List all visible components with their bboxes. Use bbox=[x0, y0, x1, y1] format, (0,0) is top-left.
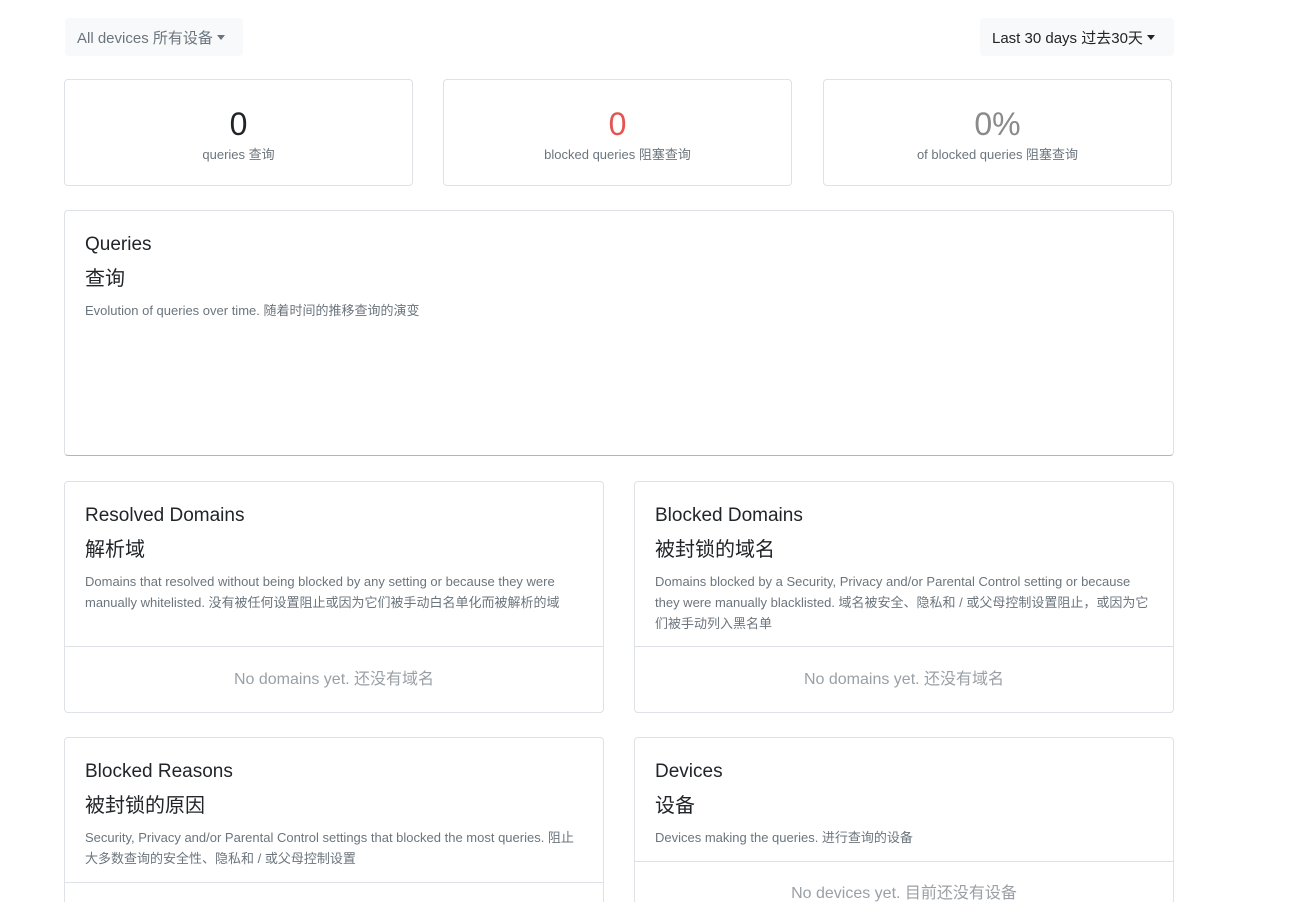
card-body bbox=[65, 882, 603, 902]
empty-state: No domains yet. 还没有域名 bbox=[635, 646, 1173, 712]
queries-card: Queries 查询 Evolution of queries over tim… bbox=[64, 210, 1174, 456]
stat-label: blocked queries 阻塞查询 bbox=[544, 147, 691, 162]
card-description: Devices making the queries. 进行查询的设备 bbox=[655, 830, 913, 845]
date-range-dropdown[interactable]: Last 30 days 过去30天 bbox=[980, 18, 1174, 56]
card-title: Resolved Domains bbox=[85, 505, 245, 526]
card-description: Security, Privacy and/or Parental Contro… bbox=[85, 830, 574, 866]
empty-state: No devices yet. 目前还没有设备 bbox=[635, 861, 1173, 902]
empty-state: No domains yet. 还没有域名 bbox=[65, 646, 603, 712]
blocked-domains-card: Blocked Domains 被封锁的域名 Domains blocked b… bbox=[634, 481, 1174, 713]
devices-card: Devices 设备 Devices making the queries. 进… bbox=[634, 737, 1174, 902]
stat-blocked-queries: 0 blocked queries 阻塞查询 bbox=[443, 79, 792, 186]
stat-value: 0 bbox=[608, 106, 627, 142]
card-description: Evolution of queries over time. 随着时间的推移查… bbox=[85, 303, 420, 318]
blocked-reasons-card: Blocked Reasons 被封锁的原因 Security, Privacy… bbox=[64, 737, 604, 902]
stat-label: of blocked queries 阻塞查询 bbox=[916, 147, 1079, 162]
card-title: Blocked Domains bbox=[655, 505, 803, 526]
caret-down-icon bbox=[1146, 34, 1155, 40]
card-description: Domains blocked by a Security, Privacy a… bbox=[655, 574, 1149, 631]
card-title-zh: 被封锁的原因 bbox=[85, 795, 205, 817]
card-title: Devices bbox=[655, 761, 723, 782]
card-title: Queries bbox=[85, 234, 152, 255]
caret-down-icon bbox=[216, 34, 225, 40]
card-title-zh: 解析域 bbox=[85, 539, 145, 561]
stat-queries: 0 queries 查询 bbox=[64, 79, 413, 186]
devices-filter-label: All devices 所有设备 bbox=[77, 29, 213, 47]
date-range-label: Last 30 days 过去30天 bbox=[992, 29, 1143, 47]
dashboard-page: All devices 所有设备 Last 30 days 过去30天 0 qu… bbox=[0, 0, 1289, 902]
stat-blocked-percent: 0% of blocked queries 阻塞查询 bbox=[823, 79, 1172, 186]
stat-value: 0 bbox=[229, 106, 248, 142]
card-title-zh: 设备 bbox=[655, 795, 695, 817]
stat-label: queries 查询 bbox=[202, 147, 275, 162]
card-title: Blocked Reasons bbox=[85, 761, 233, 782]
card-title-zh: 被封锁的域名 bbox=[655, 539, 775, 561]
card-description: Domains that resolved without being bloc… bbox=[85, 574, 560, 610]
card-title-zh: 查询 bbox=[85, 268, 125, 290]
resolved-domains-card: Resolved Domains 解析域 Domains that resolv… bbox=[64, 481, 604, 713]
devices-filter-dropdown[interactable]: All devices 所有设备 bbox=[65, 18, 243, 56]
stat-value: 0% bbox=[974, 106, 1021, 142]
